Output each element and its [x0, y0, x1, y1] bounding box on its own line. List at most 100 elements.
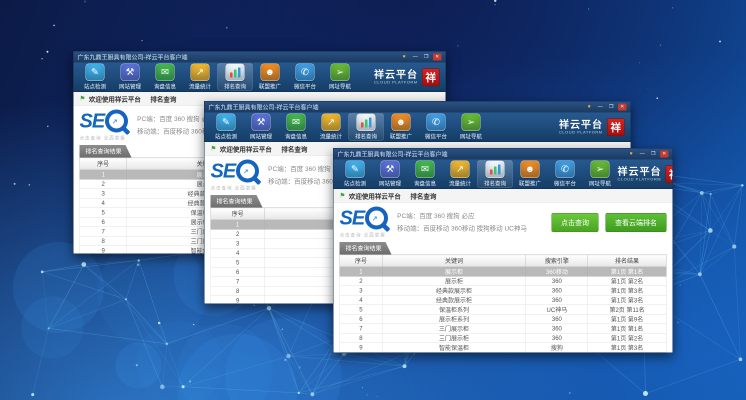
toolbar-item-traffic-stats[interactable]: ↗流量统计: [314, 114, 349, 141]
window-controls: ♥ — ❐ ✕: [400, 54, 442, 61]
rank-query-icon: [226, 64, 245, 82]
titlebar[interactable]: 广东九鼎王厨具有限公司-祥云平台客户端 ♥ — ❐ ✕: [74, 52, 446, 63]
toolbar-item-site-nav[interactable]: ➢网址导航: [454, 114, 489, 141]
toolbar-item-label: 流量统计: [189, 83, 211, 91]
toolbar-item-alliance-promo[interactable]: ☻联盟推广: [513, 161, 548, 188]
table-cell: 三门展示柜: [382, 324, 526, 334]
results-tab[interactable]: 排名查询结果: [211, 195, 263, 208]
toolbar-item-rank-query[interactable]: 排名查询: [478, 161, 513, 188]
toolbar-item-alliance-promo[interactable]: ☻联盟推广: [253, 64, 288, 91]
toolbar-item-rank-query[interactable]: 排名查询: [218, 64, 253, 91]
toolbar-item-label: 网址导航: [589, 180, 611, 188]
toolbar-item-site-manage[interactable]: ⚒网站管理: [244, 114, 279, 141]
table-row[interactable]: 1展示柜360移动第1页 第1名: [340, 267, 667, 277]
app-window-3[interactable]: 广东九鼎王厨具有限公司-祥云平台客户端 ♥ — ❐ ✕ ✎站点检测⚒网站管理✉询…: [333, 148, 673, 353]
table-row[interactable]: 7三门展示柜360第1页 第1名: [340, 324, 667, 334]
toolbar-item-label: 网址导航: [460, 133, 482, 141]
table-cell: 2: [211, 229, 265, 239]
table-cell: 第1页 第1名: [588, 324, 666, 334]
toolbar-item-inquiry-info[interactable]: ✉询盘信息: [408, 161, 443, 188]
table-cell: 第1页 第3名: [588, 286, 666, 296]
wechat-platform-icon: ✆: [296, 64, 315, 82]
close-button[interactable]: ✕: [433, 54, 442, 61]
table-cell: 360: [526, 314, 588, 324]
toolbar-item-label: 流量统计: [449, 180, 471, 188]
table-cell: 3: [211, 239, 265, 249]
toolbar-item-label: 网站管理: [379, 180, 401, 188]
table-cell: 第1页 第3名: [588, 295, 666, 305]
site-manage-icon: ⚒: [121, 64, 140, 82]
site-check-icon: ✎: [217, 114, 236, 132]
toolbar-item-label: 流量统计: [320, 133, 342, 141]
table-cell: 第1页 第3名: [588, 343, 666, 353]
alliance-promo-icon: ☻: [392, 114, 411, 132]
cloud-rank-button[interactable]: 查看云端排名: [606, 213, 667, 232]
maximize-button[interactable]: ❐: [422, 54, 431, 61]
table-cell: 6: [340, 314, 382, 324]
toolbar-item-site-nav[interactable]: ➢网址导航: [323, 64, 358, 91]
results-tab[interactable]: 排名查询结果: [340, 242, 392, 255]
table-row[interactable]: 3经典款展示柜360第1页 第3名: [340, 286, 667, 296]
skin-button[interactable]: ♥: [400, 54, 409, 61]
alliance-promo-icon: ☻: [261, 64, 280, 82]
table-cell: 360: [526, 352, 588, 353]
brand-logo: 祥云平台 CLOUD PLATFORM 祥: [374, 68, 442, 86]
query-button[interactable]: 点击查询: [552, 213, 599, 232]
minimize-button[interactable]: —: [411, 54, 420, 61]
welcome-banner: ⚑ 欢迎使用祥云平台 排名查询: [334, 189, 673, 203]
table-row[interactable]: 6展示柜系列360第1页 第9名: [340, 314, 667, 324]
toolbar-item-site-check[interactable]: ✎站点检测: [338, 161, 373, 188]
table-cell: 2: [340, 276, 382, 286]
toolbar-item-site-manage[interactable]: ⚒网站管理: [373, 161, 408, 188]
table-cell: 1: [340, 267, 382, 277]
wechat-platform-icon: ✆: [427, 114, 446, 132]
titlebar[interactable]: 广东九鼎王厨具有限公司-祥云平台客户端 ♥ — ❐ ✕: [205, 102, 631, 113]
maximize-button[interactable]: ❐: [649, 151, 658, 158]
titlebar[interactable]: 广东九鼎王厨具有限公司-祥云平台客户端 ♥ — ❐ ✕: [334, 149, 673, 160]
table-row[interactable]: 9智能保温柜搜狗第1页 第3名: [340, 343, 667, 353]
table-cell: 智能保温柜: [382, 352, 526, 353]
toolbar-item-label: 网站管理: [250, 133, 272, 141]
welcome-text: 欢迎使用祥云平台: [349, 191, 401, 201]
toolbar-item-site-nav[interactable]: ➢网址导航: [583, 161, 618, 188]
results-tab[interactable]: 排名查询结果: [80, 145, 132, 158]
toolbar-item-inquiry-info[interactable]: ✉询盘信息: [148, 64, 183, 91]
table-row[interactable]: 5保温柜系列UC神马第2页 第11名: [340, 305, 667, 315]
toolbar-item-label: 网址导航: [329, 83, 351, 91]
close-button[interactable]: ✕: [618, 104, 627, 111]
site-manage-icon: ⚒: [381, 161, 400, 179]
toolbar-item-site-manage[interactable]: ⚒网站管理: [113, 64, 148, 91]
table-cell: 第1页 第3名: [588, 352, 666, 353]
minimize-button[interactable]: —: [596, 104, 605, 111]
toolbar-item-traffic-stats[interactable]: ↗流量统计: [183, 64, 218, 91]
alliance-promo-icon: ☻: [521, 161, 540, 179]
toolbar-item-wechat-platform[interactable]: ✆微信平台: [548, 161, 583, 188]
skin-button[interactable]: ♥: [627, 151, 636, 158]
toolbar-item-traffic-stats[interactable]: ↗流量统计: [443, 161, 478, 188]
column-header: 序号: [211, 208, 265, 220]
toolbar-item-inquiry-info[interactable]: ✉询盘信息: [279, 114, 314, 141]
table-row[interactable]: 2展示柜360第1页 第2名: [340, 276, 667, 286]
table-row[interactable]: 10智能保温柜360第1页 第3名: [340, 352, 667, 353]
toolbar-item-site-check[interactable]: ✎站点检测: [209, 114, 244, 141]
table-row[interactable]: 8三门展示柜360第1页 第2名: [340, 333, 667, 343]
minimize-button[interactable]: —: [638, 151, 647, 158]
toolbar: ✎站点检测⚒网站管理✉询盘信息↗流量统计排名查询☻联盟推广✆微信平台➢网址导航 …: [334, 160, 673, 190]
toolbar-item-label: 询盘信息: [285, 133, 307, 141]
table-cell: 经典款展示柜: [382, 295, 526, 305]
table-row[interactable]: 4经典款展示柜360第1页 第3名: [340, 295, 667, 305]
traffic-stats-icon: ↗: [451, 161, 470, 179]
magnifier-icon: ↗: [236, 160, 259, 183]
toolbar-item-label: 微信平台: [294, 83, 316, 91]
maximize-button[interactable]: ❐: [607, 104, 616, 111]
column-header: 搜索引擎: [526, 255, 588, 267]
toolbar-item-label: 询盘信息: [414, 180, 436, 188]
magnifier-icon: ↗: [365, 207, 388, 230]
toolbar-item-wechat-platform[interactable]: ✆微信平台: [419, 114, 454, 141]
toolbar-item-rank-query[interactable]: 排名查询: [349, 114, 384, 141]
skin-button[interactable]: ♥: [585, 104, 594, 111]
close-button[interactable]: ✕: [660, 151, 669, 158]
toolbar-item-site-check[interactable]: ✎站点检测: [78, 64, 113, 91]
toolbar-item-alliance-promo[interactable]: ☻联盟推广: [384, 114, 419, 141]
toolbar-item-wechat-platform[interactable]: ✆微信平台: [288, 64, 323, 91]
